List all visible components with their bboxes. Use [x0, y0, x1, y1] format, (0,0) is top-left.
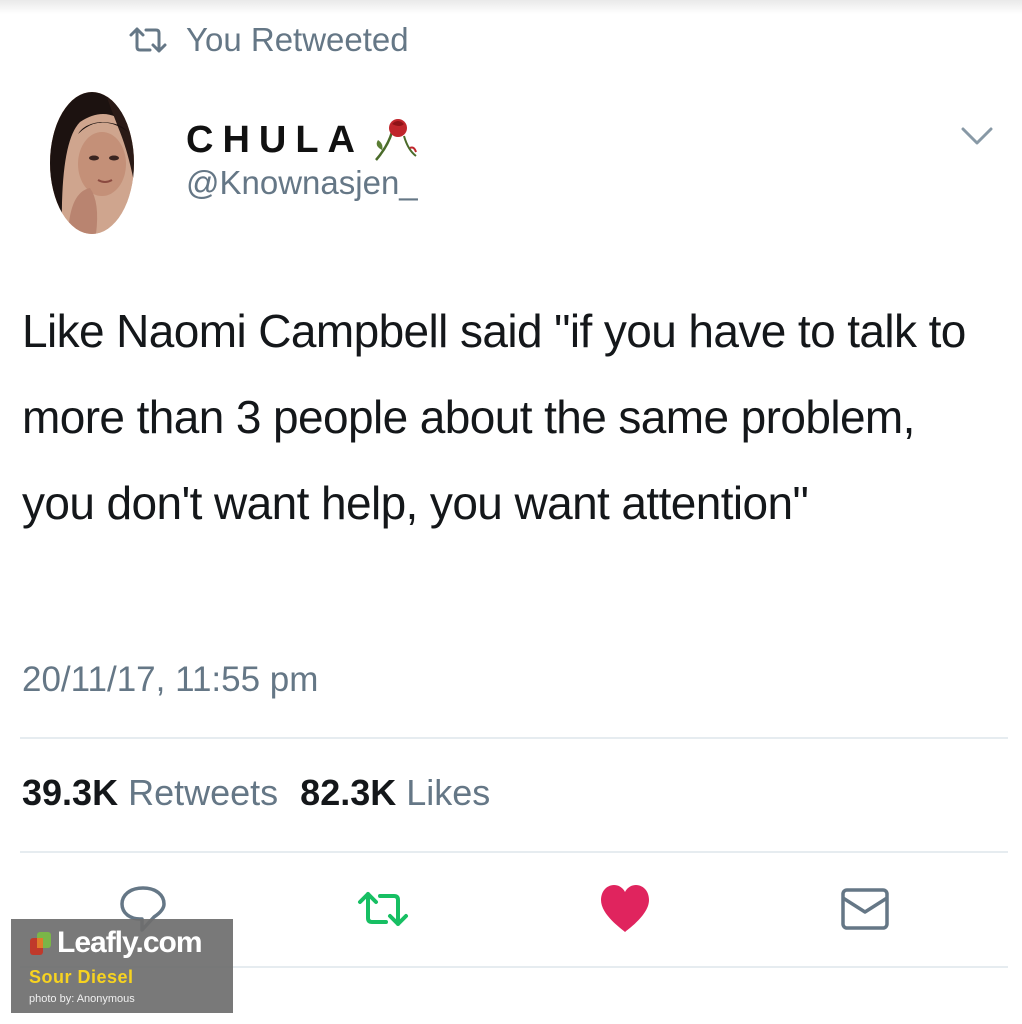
retweet-stat[interactable]: 39.3K Retweets — [22, 772, 278, 814]
like-stat[interactable]: 82.3K Likes — [300, 772, 490, 814]
author-name-text: CHULA — [186, 118, 364, 161]
chevron-down-icon[interactable] — [960, 124, 994, 148]
leafly-brand-text: Leafly.com — [57, 926, 202, 959]
wilted-rose-icon — [375, 119, 417, 161]
retweet-context: You Retweeted — [128, 20, 409, 60]
strain-name: Sour Diesel — [29, 967, 134, 987]
retweet-arrows-icon — [358, 892, 408, 926]
like-button[interactable] — [598, 882, 652, 936]
retweet-context-label: You Retweeted — [186, 21, 409, 58]
tweet-stats: 39.3K Retweets 82.3K Likes — [22, 772, 490, 814]
author-handle[interactable]: @Knownasjen_ — [186, 164, 418, 202]
retweet-icon — [129, 27, 167, 53]
direct-message-button[interactable] — [838, 882, 892, 936]
tweet-timestamp[interactable]: 20/11/17, 11:55 pm — [22, 660, 318, 700]
heart-icon — [601, 885, 649, 932]
tweet-text: Like Naomi Campbell said "if you have to… — [22, 305, 966, 529]
retweet-label: Retweets — [128, 772, 279, 813]
leafly-logo: Leafly.com — [29, 925, 233, 961]
photo-credit: photo by: Anonymous — [29, 993, 135, 1005]
avatar[interactable] — [50, 92, 134, 234]
retweet-count: 39.3K — [22, 772, 119, 813]
divider — [20, 737, 1008, 739]
leafly-watermark: Leafly.com Sour Diesel photo by: Anonymo… — [11, 919, 233, 1013]
retweet-button[interactable] — [356, 882, 410, 936]
divider — [20, 851, 1008, 853]
top-edge-shade — [0, 0, 1022, 14]
author-name[interactable]: CHULA — [186, 116, 424, 164]
like-count: 82.3K — [300, 772, 397, 813]
leafly-leaf-icon — [30, 932, 51, 955]
envelope-icon — [841, 888, 889, 930]
like-label: Likes — [406, 772, 491, 813]
